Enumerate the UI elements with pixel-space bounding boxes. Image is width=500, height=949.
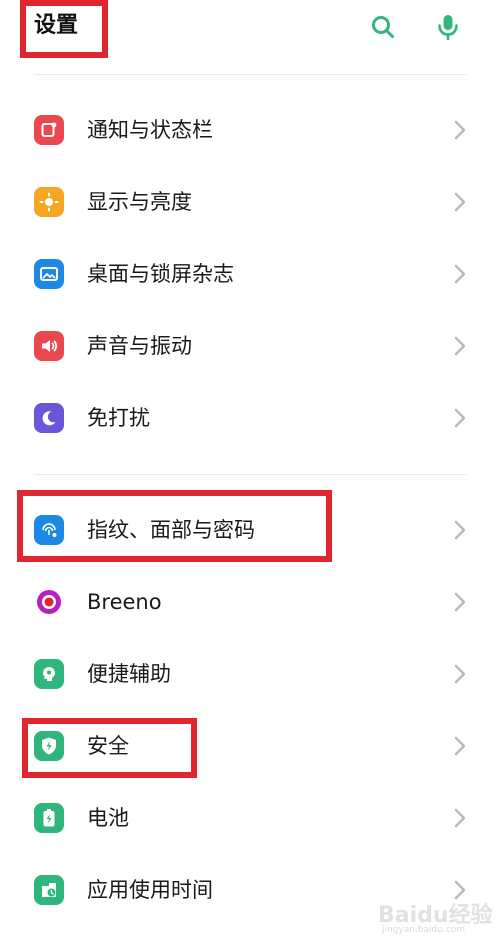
chevron-right-icon	[452, 334, 468, 358]
chevron-right-icon	[452, 118, 468, 142]
chevron-right-icon	[452, 806, 468, 830]
settings-item-do-not-disturb[interactable]: 免打扰	[0, 382, 500, 454]
wallpaper-icon	[34, 259, 64, 289]
chevron-right-icon	[452, 734, 468, 758]
brightness-icon	[34, 187, 64, 217]
header: 设置	[0, 0, 500, 60]
settings-item-wallpaper[interactable]: 桌面与锁屏杂志	[0, 238, 500, 310]
settings-item-label: 通知与状态栏	[87, 118, 213, 142]
chevron-right-icon	[452, 406, 468, 430]
settings-item-sound[interactable]: 声音与振动	[0, 310, 500, 382]
settings-item-label: 桌面与锁屏杂志	[87, 262, 234, 286]
settings-item-label: 指纹、面部与密码	[87, 518, 255, 542]
voice-search-button[interactable]	[433, 12, 463, 42]
settings-item-label: 显示与亮度	[87, 190, 192, 214]
shield-icon	[34, 731, 64, 761]
settings-item-security[interactable]: 安全	[0, 710, 500, 782]
usage-time-icon	[34, 875, 64, 905]
settings-item-label: 应用使用时间	[87, 878, 213, 902]
settings-item-label: 安全	[87, 734, 129, 758]
settings-item-battery[interactable]: 电池	[0, 782, 500, 854]
search-icon	[372, 16, 394, 38]
settings-item-label: 便捷辅助	[87, 662, 171, 686]
chevron-right-icon	[452, 518, 468, 542]
moon-icon	[34, 403, 64, 433]
settings-item-label: Breeno	[87, 590, 162, 614]
mic-icon	[438, 15, 458, 41]
fingerprint-icon	[34, 515, 64, 545]
breeno-icon	[34, 587, 64, 617]
settings-item-label: 声音与振动	[87, 334, 192, 358]
settings-item-display[interactable]: 显示与亮度	[0, 166, 500, 238]
sound-icon	[34, 331, 64, 361]
chevron-right-icon	[452, 662, 468, 686]
group-divider	[34, 474, 466, 475]
watermark-subtext: jingyan.baidu.com	[382, 925, 466, 935]
notification-icon	[34, 115, 64, 145]
settings-item-fingerprint-face-password[interactable]: 指纹、面部与密码	[0, 494, 500, 566]
watermark: Baidu经验 jingyan.baidu.com	[378, 893, 494, 943]
chevron-right-icon	[452, 190, 468, 214]
page-title: 设置	[34, 13, 79, 38]
chevron-right-icon	[452, 262, 468, 286]
chevron-right-icon	[452, 590, 468, 614]
header-divider	[34, 74, 466, 75]
settings-item-notifications[interactable]: 通知与状态栏	[0, 94, 500, 166]
settings-item-label: 电池	[87, 806, 129, 830]
settings-item-accessibility[interactable]: 便捷辅助	[0, 638, 500, 710]
settings-item-breeno[interactable]: Breeno	[0, 566, 500, 638]
settings-item-label: 免打扰	[87, 406, 150, 430]
assist-icon	[34, 659, 64, 689]
search-button[interactable]	[368, 12, 398, 42]
battery-icon	[34, 803, 64, 833]
